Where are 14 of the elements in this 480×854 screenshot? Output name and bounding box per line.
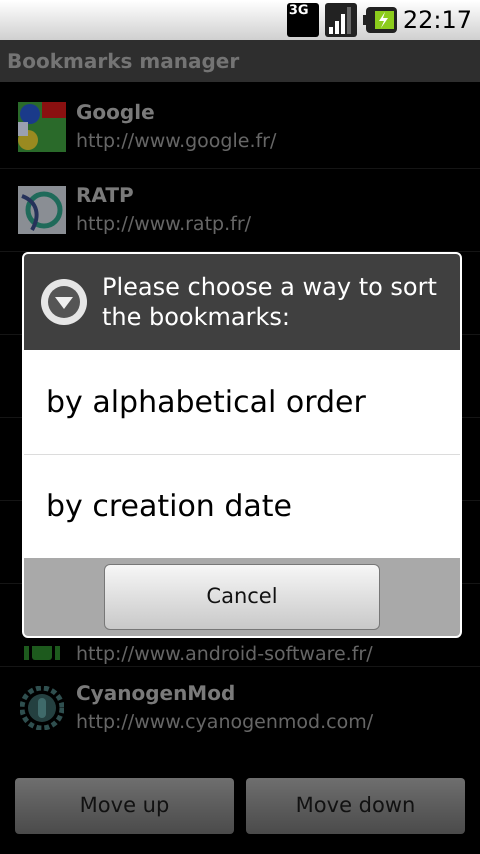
bookmark-name[interactable]: Google: [76, 98, 276, 126]
cancel-button[interactable]: Cancel: [104, 564, 380, 630]
bookmark-url[interactable]: http://www.android-software.fr/: [76, 639, 373, 669]
move-button[interactable]: Move down: [246, 778, 465, 834]
bookmark-name[interactable]: CyanogenMod: [76, 679, 374, 707]
bookmark-url[interactable]: http://www.google.fr/: [76, 126, 276, 156]
network-indicator: 3G: [286, 3, 319, 37]
title-text: Bookmarks manager: [7, 48, 240, 75]
bookmark-url[interactable]: http://www.cyanogenmod.com/: [76, 707, 374, 737]
move-button[interactable]: Move up: [15, 778, 234, 834]
dialog-title: Please choose a way to sort the bookmarks:: [102, 272, 438, 332]
bookmark-name[interactable]: RATP: [76, 181, 252, 209]
clock: 22:17: [402, 5, 472, 36]
bookmark-url[interactable]: http://www.ratp.fr/: [76, 209, 252, 239]
